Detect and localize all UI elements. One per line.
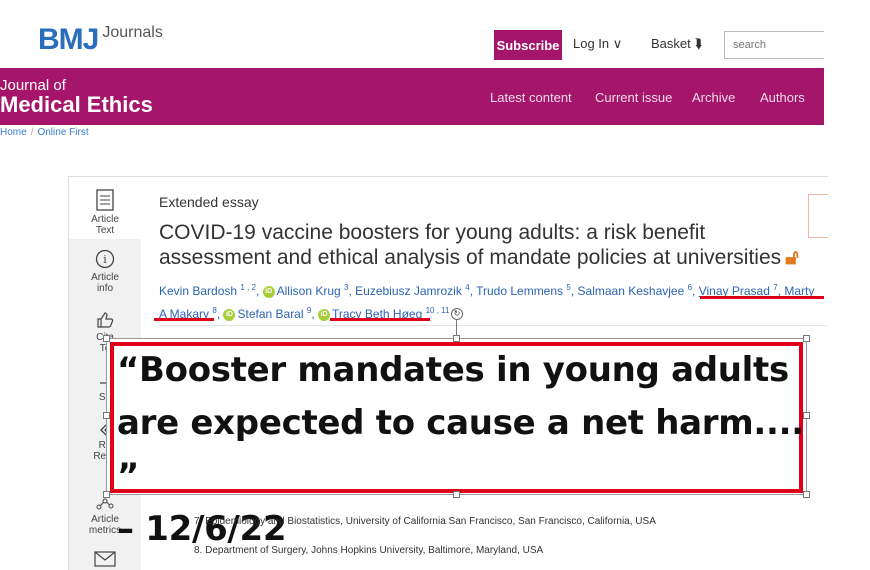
sidebar-label-article-text: Article Text [91,214,119,236]
subscribe-button[interactable]: Subscribe [494,30,562,60]
side-panel-edge [808,194,828,238]
author-affil-sup: 3 [344,283,349,292]
resize-handle[interactable] [803,335,810,342]
journal-title-line2[interactable]: Medical Ethics [0,92,153,118]
mail-icon [94,551,116,567]
thumbs-up-icon [97,312,114,328]
orcid-icon: iD [262,285,275,298]
breadcrumb: Home / Online First [0,127,89,138]
author-affil-sup: 8 [212,306,217,315]
svg-text:i: i [103,253,107,266]
article-type: Extended essay [159,194,259,210]
author-name: Kevin Bardosh [159,284,238,298]
quote-line2: are expected to cause a net harm.... ” [117,403,804,496]
affiliation-7: 7. Epidemiology and Biostatistics, Unive… [194,516,656,527]
author-affil-sup: 5 [566,283,571,292]
logo-journals-text: Journals [102,24,163,41]
resize-handle[interactable] [103,335,110,342]
author-link[interactable]: Salmaan Keshavjee 6 [577,283,693,298]
author-divider [159,325,828,326]
highlight-underline [330,318,430,321]
quote-line1: “Booster mandates in young adults [117,350,789,390]
open-access-lock-icon: 🔓︎ [785,246,799,269]
author-affil-sup: 6 [687,283,693,292]
affiliation-8: 8. Department of Surgery, Johns Hopkins … [194,545,544,556]
resize-handle[interactable] [103,491,110,498]
nav-archive[interactable]: Archive [692,90,735,105]
highlight-underline [154,318,214,321]
author-name: Stefan Baral [237,307,304,321]
bmj-journals-logo[interactable]: BMJ Journals [38,23,163,56]
nav-latest-content[interactable]: Latest content [490,90,572,105]
resize-handle[interactable] [803,491,810,498]
author-name: Allison Krug [276,284,341,298]
sidebar-item-article-info[interactable]: i Article info [69,249,141,294]
author-affil-sup: 10 , 11 [425,306,450,315]
nav-current-issue[interactable]: Current issue [595,90,672,105]
author-name: Salmaan Keshavjee [577,284,685,298]
resize-handle[interactable] [103,412,110,419]
author-link[interactable]: Euzebiusz Jamrozik 4 [355,283,470,298]
resize-handle[interactable] [453,491,460,498]
author-affil-sup: 9 [306,306,312,315]
search-input[interactable] [724,31,824,59]
article-title: COVID-19 vaccine boosters for young adul… [159,220,809,270]
author-name: Trudo Lemmens [476,284,564,298]
breadcrumb-online-first[interactable]: Online First [37,127,88,138]
nav-authors[interactable]: Authors [760,90,805,105]
author-link[interactable]: iD Stefan Baral 9 [223,306,312,321]
article-title-text: COVID-19 vaccine boosters for young adul… [159,221,782,269]
orcid-icon: iD [318,308,330,321]
metrics-icon [96,498,114,510]
author-affil-sup: 1 , 2 [240,283,256,292]
resize-handle[interactable] [803,412,810,419]
site-header: BMJ Journals Subscribe Log In ∨ Basket ⮯ [0,0,870,68]
author-affil-sup: 7 [773,283,778,292]
resize-handle[interactable] [453,335,460,342]
author-link[interactable]: iD Allison Krug 3 [262,283,349,298]
author-name: Euzebiusz Jamrozik [355,284,462,298]
author-link[interactable]: Kevin Bardosh 1 , 2 [159,283,256,298]
login-dropdown[interactable]: Log In ∨ [573,36,622,52]
sidebar-item-article-text[interactable]: Article Text [69,189,141,236]
logo-bmj-text: BMJ [38,23,99,56]
highlight-underline [700,296,824,299]
author-affil-sup: 4 [465,283,470,292]
author-link[interactable]: Trudo Lemmens 5 [476,283,571,298]
document-icon [96,189,114,211]
orcid-icon: iD [223,308,236,321]
breadcrumb-separator: / [30,127,34,138]
breadcrumb-home[interactable]: Home [0,127,27,138]
rotate-handle-icon[interactable]: ↻ [451,308,463,320]
sidebar-label-article-info: Article info [91,272,119,294]
info-icon: i [95,249,115,269]
basket-link[interactable]: Basket ⮯ [651,36,702,52]
